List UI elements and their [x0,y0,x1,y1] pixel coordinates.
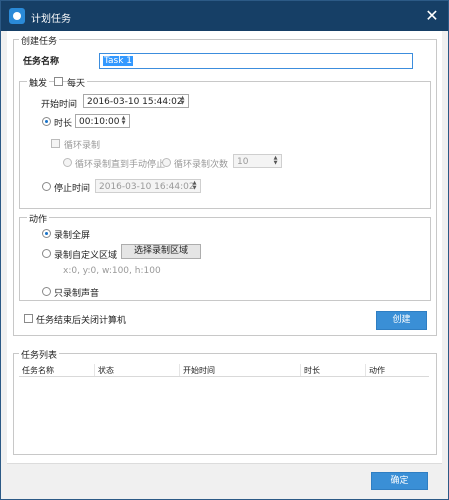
shutdown-after-checkbox[interactable] [24,314,33,323]
duration-input[interactable]: 00:10:00 ▲ ▼ [75,114,130,128]
loop-count-value: 10 [237,157,249,167]
duration-value: 00:10:00 [79,117,120,127]
stop-time-input[interactable]: 2016-03-10 16:44:02 ▲ ▼ [95,179,201,193]
select-area-button[interactable]: 选择录制区域 [121,244,201,259]
start-time-spinner[interactable]: ▲ ▼ [178,96,187,106]
start-time-label: 开始时间 [41,100,78,110]
create-task-group-label: 创建任务 [19,34,60,47]
shutdown-after-label: 任务结束后关闭计算机 [36,316,127,326]
loop-until-manual-radio[interactable] [63,158,72,167]
task-name-value: Task 1 [103,56,134,66]
trigger-group-label: 触发 [27,76,50,89]
close-button[interactable]: ✕ [422,6,442,26]
column-header-action[interactable]: 动作 [365,364,429,377]
window-title: 计划任务 [31,14,71,25]
record-fullscreen-label: 录制全屏 [54,231,91,241]
loop-until-manual-label: 循环录制直到手动停止 [75,160,166,170]
task-list-table[interactable]: 任务名称 状态 开始时间 时长 动作 [19,364,429,377]
column-header-status[interactable]: 状态 [94,364,180,377]
column-header-task-name[interactable]: 任务名称 [19,364,95,377]
daily-checkbox[interactable] [54,77,63,86]
schedule-task-dialog: 计划任务 ✕ 创建任务 任务名称 Task 1 触发 每天 开始时间 2016-… [0,0,449,500]
start-time-value: 2016-03-10 15:44:02 [87,97,183,107]
task-list-header-row: 任务名称 状态 开始时间 时长 动作 [19,364,429,377]
loop-count-label: 循环录制次数 [174,160,229,170]
dialog-client-area: 创建任务 任务名称 Task 1 触发 每天 开始时间 2016-03-10 1… [7,31,442,492]
loop-count-radio[interactable] [162,158,171,167]
loop-record-label: 循环录制 [64,141,101,151]
audio-only-radio[interactable] [42,287,51,296]
record-custom-area-label: 录制自定义区域 [54,251,118,261]
record-custom-area-radio[interactable] [42,249,51,258]
record-fullscreen-radio[interactable] [42,229,51,238]
action-group-label: 动作 [27,212,50,225]
stop-time-spinner[interactable]: ▲ ▼ [190,181,199,191]
stop-time-radio[interactable] [42,182,51,191]
loop-record-checkbox[interactable] [51,139,60,148]
daily-label: 每天 [67,76,88,89]
area-coords-text: x:0, y:0, w:100, h:100 [63,266,161,276]
loop-count-input[interactable]: 10 ▲ ▼ [233,154,282,168]
column-header-duration[interactable]: 时长 [300,364,366,377]
loop-count-spinner[interactable]: ▲ ▼ [271,156,280,166]
app-camera-icon [9,8,25,24]
duration-label: 时长 [54,119,73,129]
create-button[interactable]: 创建 [376,311,427,330]
title-bar[interactable]: 计划任务 ✕ [1,1,448,31]
task-name-input[interactable]: Task 1 [99,53,413,69]
stop-time-value: 2016-03-10 16:44:02 [99,182,195,192]
task-list-body[interactable] [19,377,429,449]
ok-button[interactable]: 确定 [371,472,428,490]
audio-only-label: 只录制声音 [54,289,100,299]
column-header-start-time[interactable]: 开始时间 [179,364,301,377]
duration-radio[interactable] [42,117,51,126]
task-name-label: 任务名称 [23,57,60,67]
task-list-group-label: 任务列表 [19,348,60,361]
start-time-input[interactable]: 2016-03-10 15:44:02 ▲ ▼ [83,94,189,108]
duration-spinner[interactable]: ▲ ▼ [119,116,128,126]
stop-time-label: 停止时间 [54,184,91,194]
